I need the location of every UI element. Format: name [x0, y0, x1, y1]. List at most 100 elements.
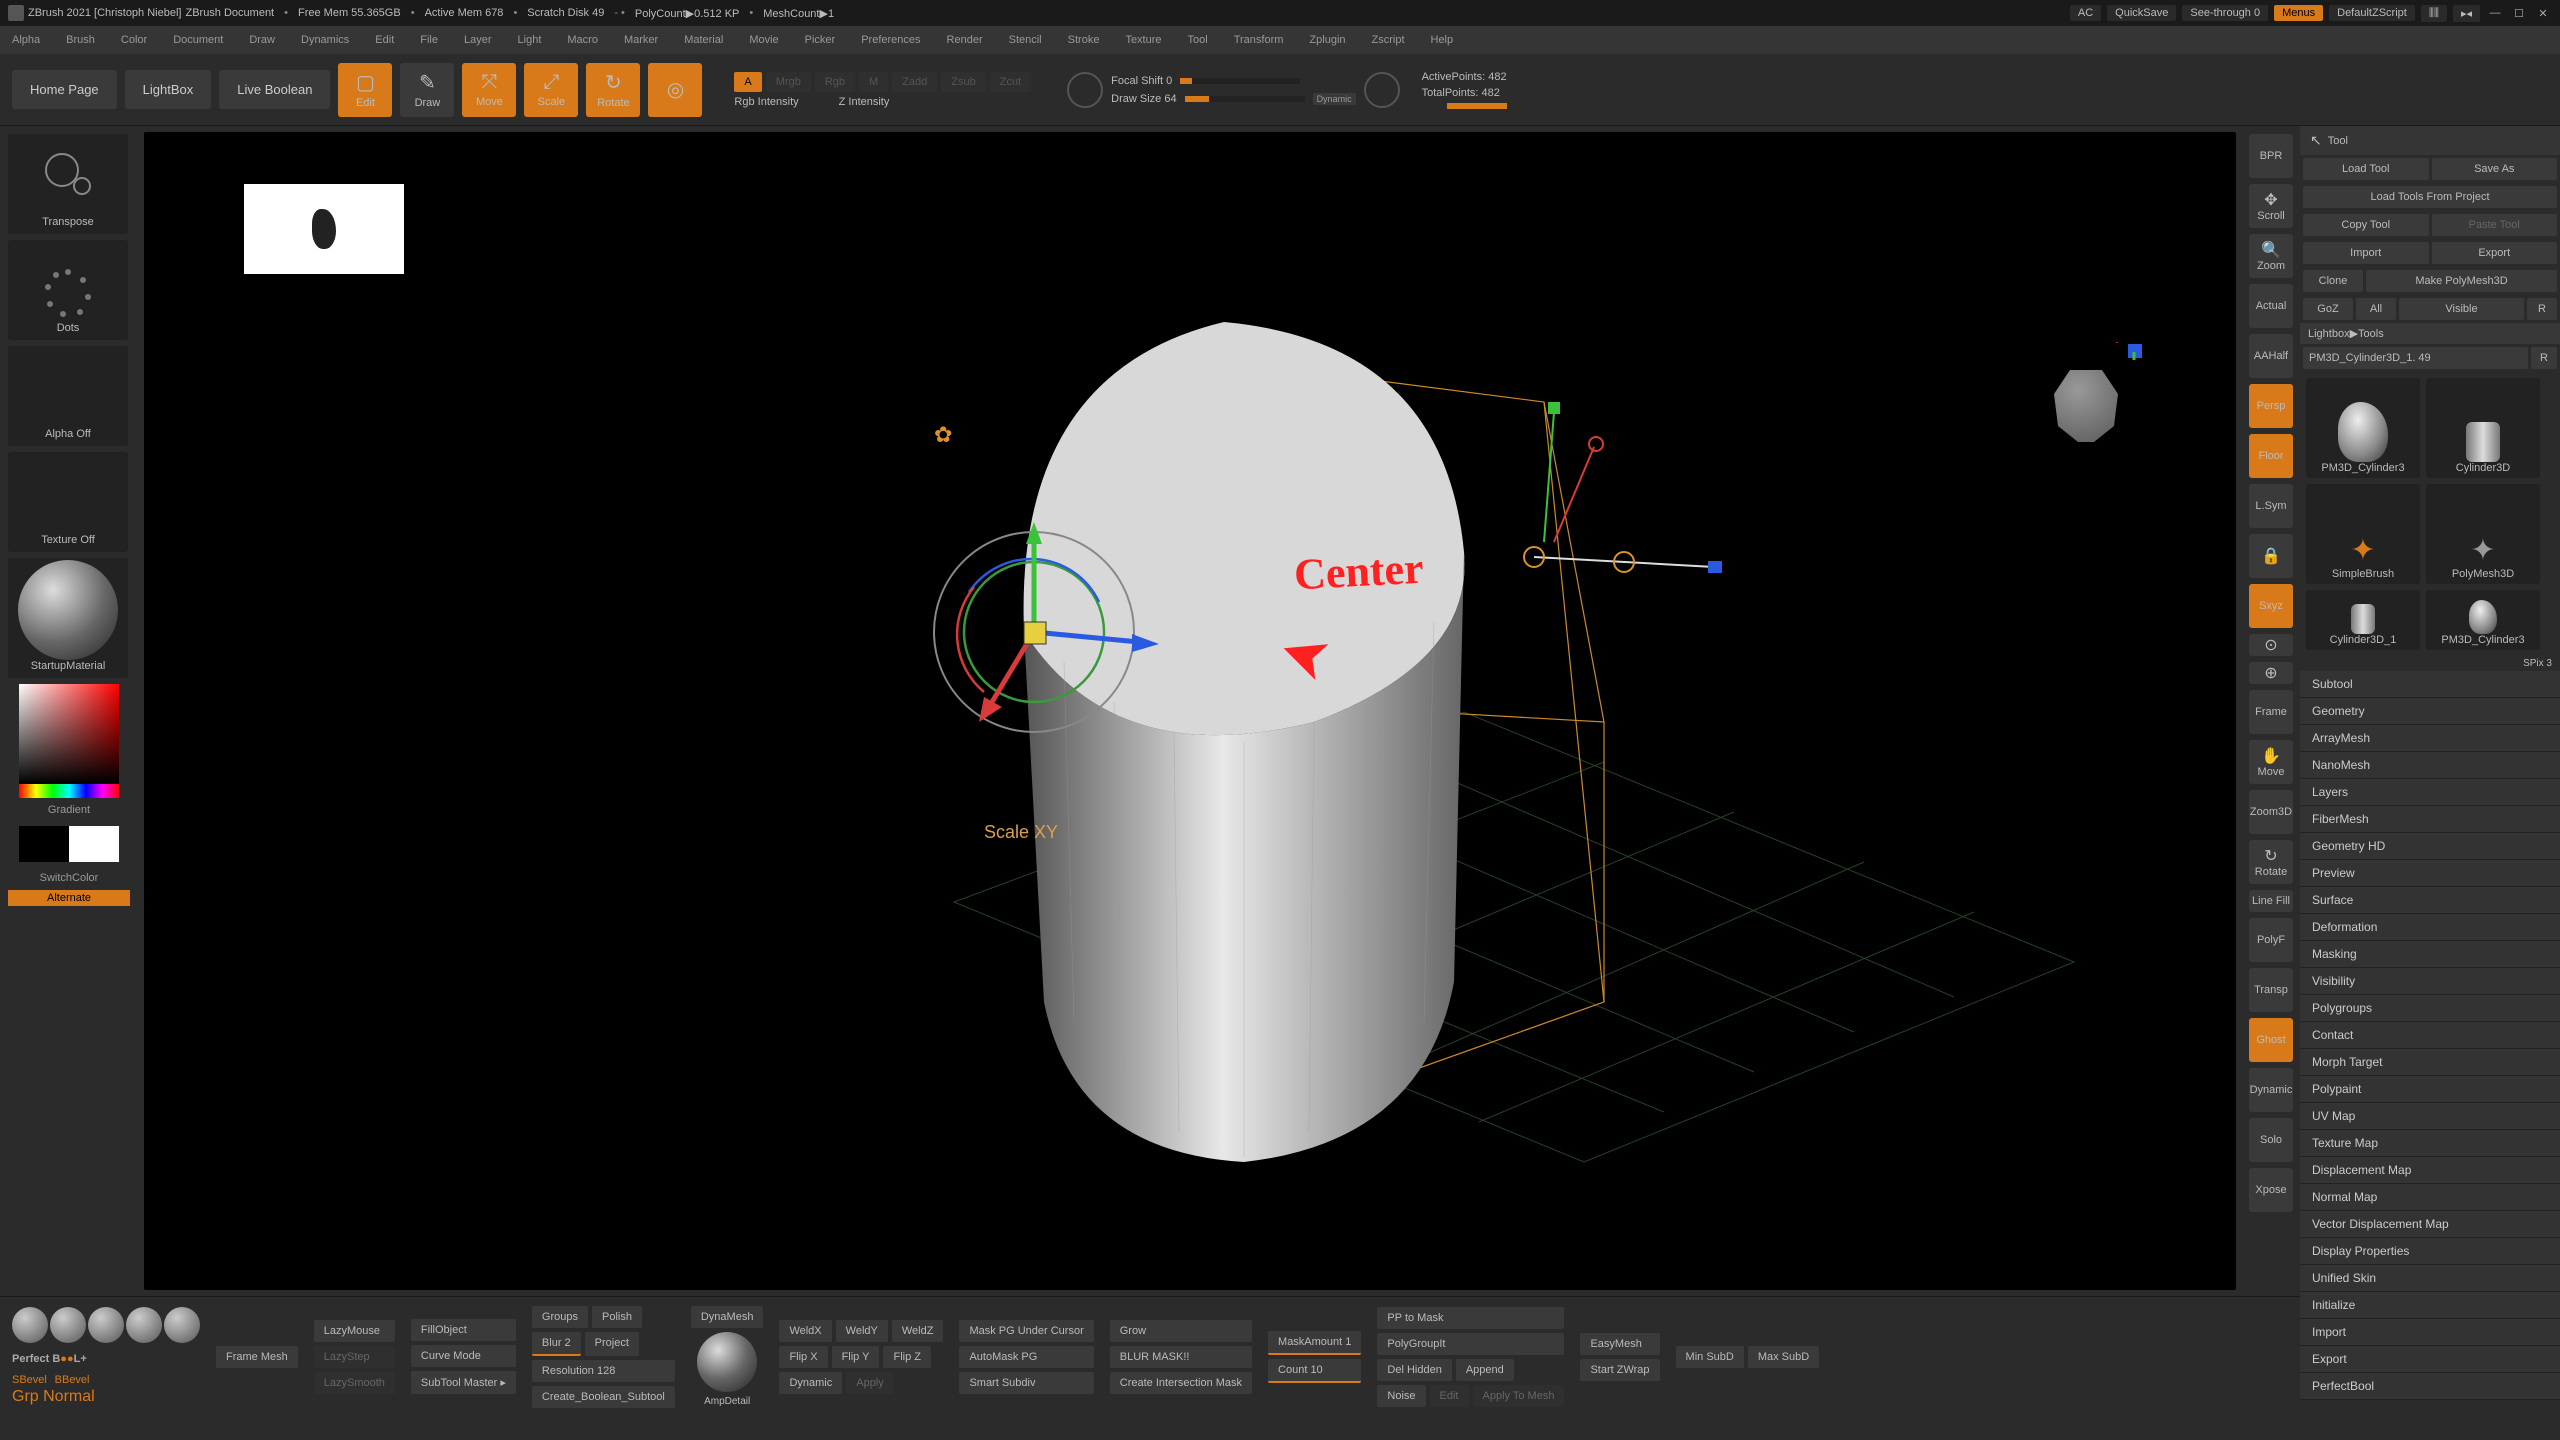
export-button[interactable]: Export — [2432, 242, 2558, 264]
scale-mode-button[interactable]: ⤢Scale — [524, 63, 578, 117]
tool-item[interactable]: ✦PolyMesh3D — [2426, 484, 2540, 584]
transpose-brush[interactable]: Transpose — [8, 134, 128, 234]
minsubd-button[interactable]: Min SubD — [1676, 1346, 1744, 1368]
goz-button[interactable]: GoZ — [2303, 298, 2353, 320]
menu-texture[interactable]: Texture — [1125, 34, 1161, 46]
draw-size-slider[interactable] — [1185, 96, 1305, 102]
menu-color[interactable]: Color — [121, 34, 147, 46]
frame-mesh-button[interactable]: Frame Mesh — [216, 1346, 298, 1368]
zoom3d-button[interactable]: Zoom3D — [2249, 790, 2293, 834]
tool-section-normal-map[interactable]: Normal Map — [2300, 1184, 2560, 1211]
rotate-view-button[interactable]: ↻Rotate — [2249, 840, 2293, 884]
tool-item[interactable]: Cylinder3D — [2426, 378, 2540, 478]
zoom-button[interactable]: 🔍Zoom — [2249, 234, 2293, 278]
tool-section-nanomesh[interactable]: NanoMesh — [2300, 752, 2560, 779]
apply-button[interactable]: Apply — [846, 1372, 894, 1394]
tool-section-display-properties[interactable]: Display Properties — [2300, 1238, 2560, 1265]
tool-section-contact[interactable]: Contact — [2300, 1022, 2560, 1049]
flipz-button[interactable]: Flip Z — [883, 1346, 931, 1368]
tool-section-texture-map[interactable]: Texture Map — [2300, 1130, 2560, 1157]
tool-item[interactable]: PM3D_Cylinder3 — [2306, 378, 2420, 478]
xpose-button[interactable]: Xpose — [2249, 1168, 2293, 1212]
persp-button[interactable]: Persp — [2249, 384, 2293, 428]
dynamic-view-button[interactable]: Dynamic — [2249, 1068, 2293, 1112]
weldx-button[interactable]: WeldX — [779, 1320, 831, 1342]
tool-item[interactable]: Cylinder3D_1 — [2306, 590, 2420, 650]
switchcolor-button[interactable]: SwitchColor — [8, 872, 130, 884]
zadd-chip[interactable]: Zadd — [892, 72, 937, 92]
automask-button[interactable]: AutoMask PG — [959, 1346, 1093, 1368]
menu-marker[interactable]: Marker — [624, 34, 658, 46]
edit-noise-button[interactable]: Edit — [1430, 1385, 1469, 1407]
goz-r-button[interactable]: R — [2527, 298, 2557, 320]
solo-button[interactable]: Solo — [2249, 1118, 2293, 1162]
move-mode-button[interactable]: ⤧Move — [462, 63, 516, 117]
alternate-button[interactable]: Alternate — [8, 890, 130, 906]
spix-label[interactable]: SPix 3 — [2300, 656, 2560, 671]
material-slot[interactable]: StartupMaterial — [8, 558, 128, 678]
tool-item[interactable]: PM3D_Cylinder3 — [2426, 590, 2540, 650]
texture-slot[interactable]: Texture Off — [8, 452, 128, 552]
layout-icon[interactable]: ⫼⫼ — [2421, 5, 2447, 22]
edit-mode-button[interactable]: ▢Edit — [338, 63, 392, 117]
material-balls[interactable] — [12, 1307, 200, 1343]
dynamic-chip[interactable]: Dynamic — [1313, 93, 1356, 105]
lazystep-button[interactable]: LazyStep — [314, 1346, 395, 1368]
focal-dial-icon[interactable] — [1067, 72, 1103, 108]
menu-material[interactable]: Material — [684, 34, 723, 46]
dynamic-button[interactable]: Dynamic — [779, 1372, 842, 1394]
focal-shift-slider[interactable] — [1180, 78, 1300, 84]
polygroupit-button[interactable]: PolyGroupIt — [1377, 1333, 1564, 1355]
dynamesh-button[interactable]: DynaMesh — [691, 1306, 764, 1328]
flipx-button[interactable]: Flip X — [779, 1346, 827, 1368]
target1-button[interactable]: ⊙ — [2249, 634, 2293, 656]
menu-brush[interactable]: Brush — [66, 34, 95, 46]
dynamesh-material-icon[interactable] — [697, 1332, 757, 1392]
goz-visible-button[interactable]: Visible — [2399, 298, 2524, 320]
polyf-button[interactable]: PolyF — [2249, 918, 2293, 962]
append-button[interactable]: Append — [1456, 1359, 1514, 1381]
tool-section-preview[interactable]: Preview — [2300, 860, 2560, 887]
polish-button[interactable]: Polish — [592, 1306, 642, 1328]
weldy-button[interactable]: WeldY — [836, 1320, 888, 1342]
weldz-button[interactable]: WeldZ — [892, 1320, 944, 1342]
copy-tool-button[interactable]: Copy Tool — [2303, 214, 2429, 236]
make-polymesh-button[interactable]: Make PolyMesh3D — [2366, 270, 2557, 292]
actual-button[interactable]: Actual — [2249, 284, 2293, 328]
tool-section-surface[interactable]: Surface — [2300, 887, 2560, 914]
m-chip[interactable]: M — [859, 72, 888, 92]
move-view-button[interactable]: ✋Move — [2249, 740, 2293, 784]
lock-button[interactable]: 🔒 — [2249, 534, 2293, 578]
menu-render[interactable]: Render — [947, 34, 983, 46]
tool-item[interactable]: ✦SimpleBrush — [2306, 484, 2420, 584]
menu-help[interactable]: Help — [1431, 34, 1454, 46]
gizmo-gear-icon[interactable]: ✿ — [934, 422, 952, 448]
lsym-button[interactable]: L.Sym — [2249, 484, 2293, 528]
startzwrap-button[interactable]: Start ZWrap — [1580, 1359, 1659, 1381]
delhidden-button[interactable]: Del Hidden — [1377, 1359, 1451, 1381]
tool-section-subtool[interactable]: Subtool — [2300, 671, 2560, 698]
menu-picker[interactable]: Picker — [805, 34, 836, 46]
mrgb-chip[interactable]: Mrgb — [766, 72, 811, 92]
maskamount-button[interactable]: MaskAmount 1 — [1268, 1331, 1361, 1355]
maximize-icon[interactable]: ☐ — [2510, 4, 2528, 22]
zcut-chip[interactable]: Zcut — [990, 72, 1031, 92]
viewport[interactable]: ✿ Center ➤ Scale XY — [144, 132, 2236, 1290]
zsub-chip[interactable]: Zsub — [941, 72, 985, 92]
applytomesh-button[interactable]: Apply To Mesh — [1473, 1385, 1565, 1407]
groups-button[interactable]: Groups — [532, 1306, 588, 1328]
menu-stencil[interactable]: Stencil — [1009, 34, 1042, 46]
clone-button[interactable]: Clone — [2303, 270, 2363, 292]
menu-preferences[interactable]: Preferences — [861, 34, 920, 46]
tool-section-perfectbool[interactable]: PerfectBool — [2300, 1373, 2560, 1400]
grow-button[interactable]: Grow — [1110, 1320, 1252, 1342]
frame-button[interactable]: Frame — [2249, 690, 2293, 734]
gradient-label[interactable]: Gradient — [8, 804, 130, 816]
count-button[interactable]: Count 10 — [1268, 1359, 1361, 1383]
size-dial-icon[interactable] — [1364, 72, 1400, 108]
tool-section-vector-displacement-map[interactable]: Vector Displacement Map — [2300, 1211, 2560, 1238]
menu-stroke[interactable]: Stroke — [1068, 34, 1100, 46]
hue-bar[interactable] — [19, 784, 119, 798]
maskpg-button[interactable]: Mask PG Under Cursor — [959, 1320, 1093, 1342]
aahalf-button[interactable]: AAHalf — [2249, 334, 2293, 378]
